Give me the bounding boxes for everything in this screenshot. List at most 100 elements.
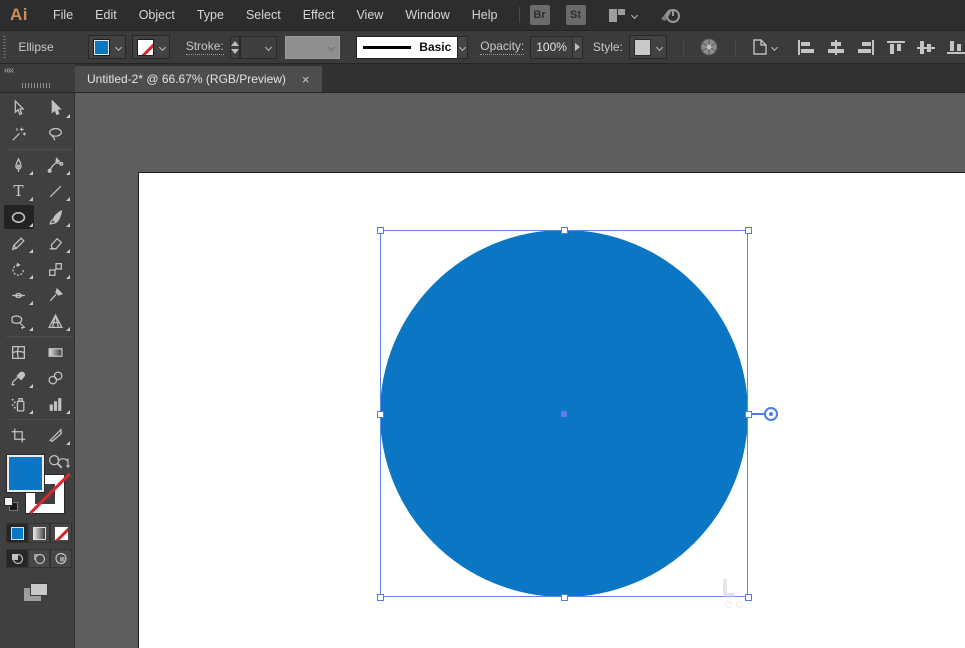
handle-middle-right[interactable] — [745, 411, 752, 418]
gpu-performance-icon[interactable] — [657, 5, 683, 25]
horizontal-align-center-icon[interactable] — [827, 39, 845, 55]
tool-line-segment[interactable] — [37, 178, 74, 204]
handle-bottom-left[interactable] — [377, 594, 384, 601]
close-tab-icon[interactable]: × — [302, 72, 310, 87]
mesh-tool-icon — [12, 345, 25, 359]
color-button[interactable] — [6, 523, 28, 543]
stroke-color-dropdown[interactable] — [131, 35, 170, 59]
fill-color-dropdown[interactable] — [87, 35, 126, 59]
style-label: Style: — [592, 40, 623, 54]
brush-definition-dropdown[interactable]: Basic — [356, 35, 459, 59]
menu-view[interactable]: View — [345, 8, 394, 22]
handle-bottom-right[interactable] — [745, 594, 752, 601]
tool-ellipse[interactable] — [0, 204, 37, 230]
rotate-tool-icon — [12, 262, 24, 276]
menu-object[interactable]: Object — [128, 8, 186, 22]
tool-eyedropper[interactable] — [0, 365, 37, 391]
vertical-align-center-icon[interactable] — [917, 40, 936, 55]
tool-scale[interactable] — [37, 256, 74, 282]
tool-mesh[interactable] — [0, 339, 37, 365]
tool-magic-wand[interactable] — [0, 121, 37, 147]
handle-top-center[interactable] — [561, 227, 568, 234]
width-tool-icon — [12, 292, 25, 298]
menu-bar: Ai File Edit Object Type Select Effect V… — [0, 0, 965, 30]
style-swatch[interactable] — [633, 38, 651, 56]
opacity-menu-button[interactable] — [572, 35, 583, 59]
center-point[interactable] — [561, 411, 567, 417]
handle-top-left[interactable] — [377, 227, 384, 234]
eyedropper-tool-icon — [11, 371, 26, 386]
draw-inside-button[interactable] — [50, 549, 72, 568]
vertical-align-bottom-icon[interactable] — [947, 40, 965, 55]
tool-selection[interactable] — [0, 95, 37, 121]
stroke-none-swatch[interactable] — [136, 38, 154, 56]
tool-direct-selection[interactable] — [37, 95, 74, 121]
panel-grip[interactable] — [3, 36, 7, 58]
tool-paintbrush[interactable] — [37, 204, 74, 230]
handle-middle-left[interactable] — [377, 411, 384, 418]
puppet-warp-tool-icon — [49, 287, 64, 301]
tool-shape-builder[interactable] — [0, 308, 37, 334]
tool-blend[interactable] — [37, 365, 74, 391]
pen-tool-icon — [15, 156, 22, 172]
menu-help[interactable]: Help — [461, 8, 509, 22]
draw-behind-button[interactable] — [28, 549, 50, 568]
stock-button[interactable]: St — [565, 5, 586, 25]
swap-fill-stroke-icon[interactable] — [56, 457, 70, 470]
tool-pen[interactable] — [0, 152, 37, 178]
canvas-area[interactable] — [75, 93, 965, 648]
tool-eraser[interactable] — [37, 230, 74, 256]
opacity-label[interactable]: Opacity: — [480, 39, 525, 55]
tool-column-graph[interactable] — [37, 391, 74, 417]
tool-slice[interactable] — [37, 422, 74, 448]
tool-perspective-grid[interactable] — [37, 308, 74, 334]
tool-rotate[interactable] — [0, 256, 37, 282]
gradient-button[interactable] — [28, 523, 50, 543]
tool-artboard[interactable] — [0, 422, 37, 448]
bridge-button[interactable]: Br — [529, 5, 550, 25]
flyout-indicator — [29, 197, 33, 201]
tool-width[interactable] — [0, 282, 37, 308]
recolor-artwork-icon[interactable] — [699, 37, 719, 57]
horizontal-align-right-icon[interactable] — [857, 39, 875, 55]
tool-type[interactable]: T — [0, 178, 37, 204]
vertical-align-top-icon[interactable] — [887, 40, 906, 55]
draw-normal-button[interactable] — [6, 549, 28, 568]
opacity-input[interactable]: 100% — [530, 35, 573, 59]
step-down-icon[interactable] — [230, 48, 239, 54]
menu-effect[interactable]: Effect — [292, 8, 346, 22]
graphic-style-dropdown[interactable] — [628, 35, 667, 59]
tool-gradient[interactable] — [37, 339, 74, 365]
fill-proxy-swatch[interactable] — [7, 455, 44, 492]
menu-edit[interactable]: Edit — [84, 8, 128, 22]
change-screen-mode-icon[interactable] — [24, 583, 50, 603]
menu-select[interactable]: Select — [235, 8, 292, 22]
tool-pencil[interactable] — [0, 230, 37, 256]
tool-puppet-warp[interactable] — [37, 282, 74, 308]
document-setup-icon[interactable] — [752, 38, 779, 56]
toolbox-grip[interactable] — [22, 83, 52, 88]
default-fill-stroke-icon[interactable] — [4, 497, 18, 511]
none-button[interactable] — [50, 523, 72, 543]
menu-file[interactable]: File — [42, 8, 84, 22]
collapse-panel-icon[interactable]: «« — [4, 65, 14, 76]
stroke-weight-dropdown[interactable] — [239, 35, 278, 59]
menu-type[interactable]: Type — [186, 8, 235, 22]
document-tab[interactable]: Untitled-2* @ 66.67% (RGB/Preview) × — [75, 66, 322, 92]
tool-curvature[interactable] — [37, 152, 74, 178]
handle-top-right[interactable] — [745, 227, 752, 234]
fill-swatch[interactable] — [92, 38, 110, 56]
magic-wand-tool-icon — [12, 127, 26, 141]
stroke-weight-stepper[interactable] — [229, 35, 240, 59]
menu-window[interactable]: Window — [394, 8, 460, 22]
brush-dropdown-button[interactable] — [458, 35, 469, 59]
stroke-label[interactable]: Stroke: — [185, 39, 224, 55]
step-up-icon[interactable] — [230, 40, 239, 46]
tool-symbol-sprayer[interactable] — [0, 391, 37, 417]
chevron-down-icon — [655, 43, 663, 51]
workspace-switcher-icon[interactable] — [608, 8, 638, 23]
pie-widget-handle[interactable] — [764, 407, 778, 421]
tool-lasso[interactable] — [37, 121, 74, 147]
handle-bottom-center[interactable] — [561, 594, 568, 601]
horizontal-align-left-icon[interactable] — [797, 39, 815, 55]
